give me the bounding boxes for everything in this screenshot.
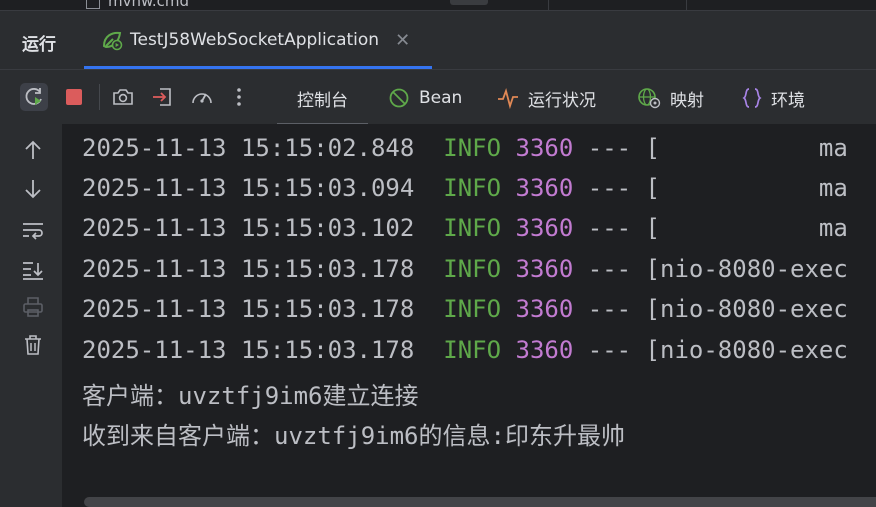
more-vertical-icon [237, 88, 241, 106]
log-line: 2025-11-13 15:15:03.178 INFO 3360 --- [n… [82, 255, 848, 283]
file-tree-item[interactable]: mvnw.cmd [86, 0, 189, 10]
log-line: 2025-11-13 15:15:03.178 INFO 3360 --- [n… [82, 295, 848, 323]
console-message: 客户端：uvztfj9im6建立连接 [82, 382, 419, 410]
tab-health[interactable]: 运行状况 [497, 83, 596, 113]
console-message: 收到来自客户端：uvztfj9im6的信息:印东升最帅 [82, 422, 625, 450]
tab-environment-label: 环境 [771, 90, 805, 111]
clear-all-button[interactable] [20, 332, 46, 358]
toolbar-divider [99, 84, 100, 110]
rerun-icon [25, 88, 42, 105]
log-timestamp: 2025-11-13 15:15:03.178 [82, 295, 415, 323]
log-pid: 3360 [515, 255, 574, 283]
log-thread: --- [nio-8080-exec [573, 336, 848, 364]
tab-health-label: 运行状况 [528, 90, 596, 111]
soft-wrap-icon [23, 223, 43, 240]
log-line: 2025-11-13 15:15:03.102 INFO 3360 --- [ … [82, 214, 848, 242]
log-timestamp: 2025-11-13 15:15:02.848 [82, 134, 415, 162]
camera-icon [113, 89, 133, 105]
print-icon [23, 297, 43, 317]
log-line: 2025-11-13 15:15:03.094 INFO 3360 --- [ … [82, 174, 848, 202]
down-arrow-icon [25, 180, 41, 199]
screenshot-button[interactable] [109, 83, 137, 111]
tab-mappings-label: 映射 [670, 90, 704, 111]
log-pid: 3360 [515, 295, 574, 323]
log-timestamp: 2025-11-13 15:15:03.102 [82, 214, 415, 242]
next-occurrence-button[interactable] [20, 176, 46, 202]
log-pid: 3360 [515, 134, 574, 162]
file-icon [86, 0, 100, 9]
log-thread: --- [ ma [573, 174, 848, 202]
log-line: 2025-11-13 15:15:03.178 INFO 3360 --- [n… [82, 336, 848, 364]
log-pid: 3360 [515, 214, 574, 242]
log-thread: --- [nio-8080-exec [573, 255, 848, 283]
tab-environment[interactable]: 环境 [742, 83, 805, 113]
spring-run-icon [102, 31, 123, 51]
log-level: INFO [443, 295, 502, 323]
braces-icon [742, 88, 762, 108]
log-pid: 3360 [515, 174, 574, 202]
trash-icon [25, 335, 41, 355]
pulse-icon [498, 88, 518, 109]
profiler-button[interactable] [188, 83, 216, 111]
run-config-tab-label: TestJ58WebSocketApplication [130, 30, 380, 50]
tab-console[interactable]: 控制台 [277, 83, 368, 125]
tab-mappings[interactable]: 映射 [637, 83, 704, 113]
log-level: INFO [443, 336, 502, 364]
scroll-to-end-icon [23, 262, 43, 280]
run-panel-header: 运行 TestJ58WebSocketApplication ✕ [0, 11, 876, 69]
close-tab-icon[interactable]: ✕ [395, 30, 410, 51]
log-thread: --- [ ma [573, 214, 848, 242]
stop-icon [66, 89, 82, 105]
log-level: INFO [443, 214, 502, 242]
log-thread: --- [nio-8080-exec [573, 295, 848, 323]
tab-bean[interactable]: Bean [388, 83, 462, 113]
log-pid: 3360 [515, 336, 574, 364]
run-toolbar: 控制台 Bean 运行状况 映射 环境 [0, 69, 876, 125]
globe-icon [638, 88, 661, 109]
more-options-button[interactable] [225, 83, 253, 111]
log-line: 2025-11-13 15:15:02.848 INFO 3360 --- [ … [82, 134, 848, 162]
scroll-to-end-button[interactable] [20, 257, 46, 283]
stop-button[interactable] [60, 83, 88, 111]
console-output[interactable]: 2025-11-13 15:15:02.848 INFO 3360 --- [ … [62, 124, 876, 507]
up-arrow-icon [25, 140, 41, 159]
log-level: INFO [443, 134, 502, 162]
log-timestamp: 2025-11-13 15:15:03.178 [82, 255, 415, 283]
log-timestamp: 2025-11-13 15:15:03.178 [82, 336, 415, 364]
previous-occurrence-button[interactable] [20, 137, 46, 163]
import-icon [153, 88, 171, 106]
log-level: INFO [443, 174, 502, 202]
log-level: INFO [443, 255, 502, 283]
speedometer-icon [192, 93, 212, 104]
console-gutter [0, 124, 62, 507]
tab-console-label: 控制台 [297, 90, 348, 111]
log-thread: --- [ ma [573, 134, 848, 162]
rerun-button[interactable] [20, 83, 48, 111]
log-timestamp: 2025-11-13 15:15:03.094 [82, 174, 415, 202]
run-panel-title: 运行 [22, 35, 56, 55]
soft-wrap-button[interactable] [20, 217, 46, 243]
horizontal-scrollbar[interactable] [84, 497, 876, 507]
file-name: mvnw.cmd [108, 0, 190, 10]
bean-icon [389, 88, 409, 108]
tab-bean-label: Bean [419, 88, 463, 108]
run-config-tab[interactable]: TestJ58WebSocketApplication ✕ [100, 26, 410, 54]
tree-scrollbar[interactable] [450, 0, 488, 5]
attach-button[interactable] [148, 83, 176, 111]
print-button[interactable] [20, 294, 46, 320]
